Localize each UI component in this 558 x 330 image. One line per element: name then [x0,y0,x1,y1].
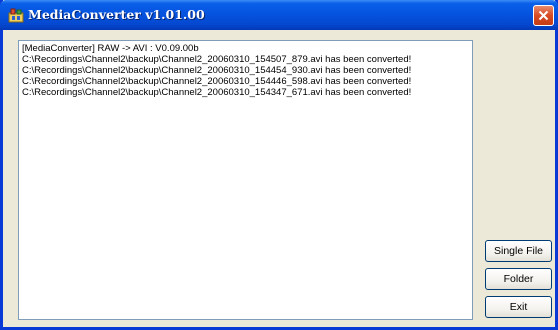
close-button[interactable] [533,5,554,26]
app-icon [8,7,24,23]
exit-button[interactable]: Exit [485,296,552,318]
title-bar[interactable]: MediaConverter v1.01.00 [0,0,558,30]
log-line: C:\Recordings\Channel2\backup\Channel2_2… [22,65,412,76]
single-file-button[interactable]: Single File [485,240,552,262]
log-line: [MediaConverter] RAW -> AVI : V0.09.00b [22,43,199,54]
conversion-log[interactable]: [MediaConverter] RAW -> AVI : V0.09.00b … [18,40,473,320]
log-line: C:\Recordings\Channel2\backup\Channel2_2… [22,76,412,87]
log-line: C:\Recordings\Channel2\backup\Channel2_2… [22,87,412,98]
folder-button[interactable]: Folder [485,268,552,290]
window-title: MediaConverter v1.01.00 [28,7,205,22]
main-window: MediaConverter v1.01.00 [MediaConverter]… [0,0,558,330]
log-line: C:\Recordings\Channel2\backup\Channel2_2… [22,54,412,65]
